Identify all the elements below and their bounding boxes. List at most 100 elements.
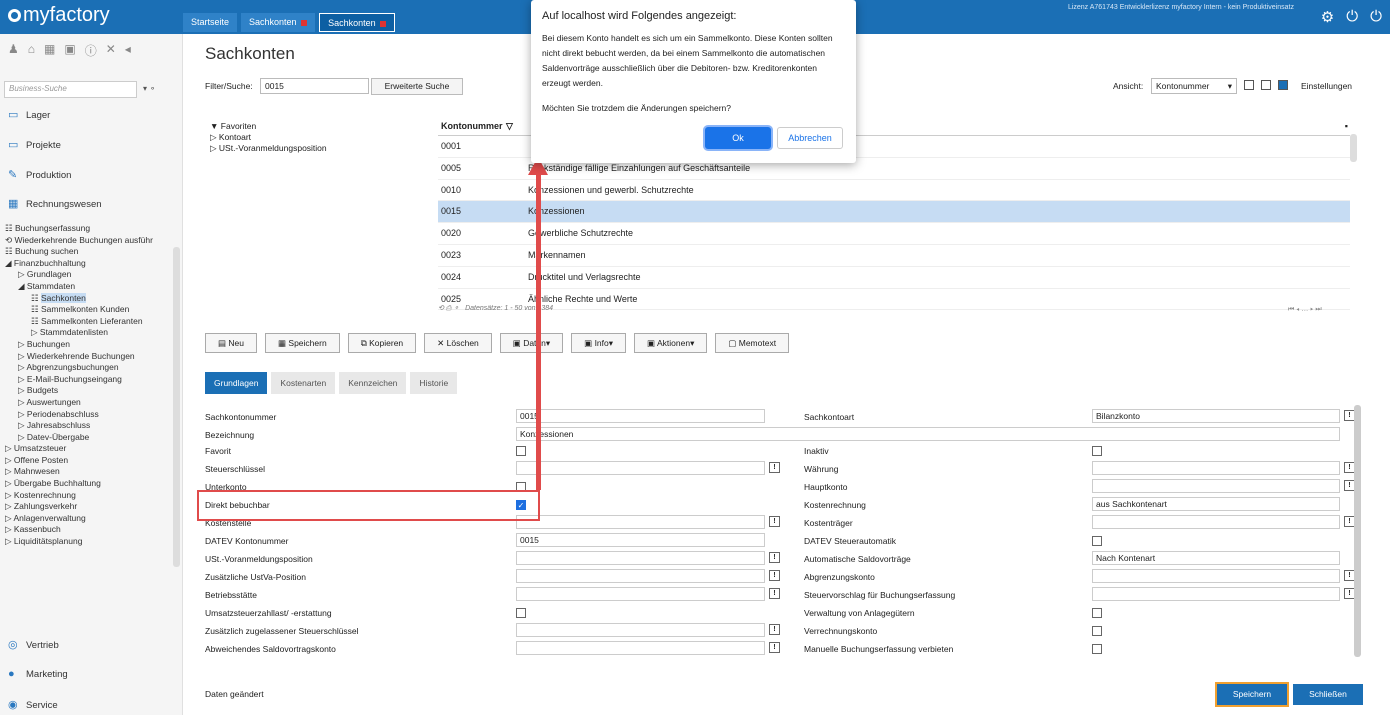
close-button[interactable]: Schließen [1293, 684, 1363, 705]
nav-tree-item[interactable]: ◢ Stammdaten [5, 281, 153, 293]
sidebar-item-service[interactable]: ◉ Service [8, 698, 58, 711]
betriebsstaette-select[interactable] [516, 587, 765, 601]
umsatzsteuerzahllast-checkbox[interactable] [516, 608, 526, 618]
ustva-info-icon[interactable]: ! [769, 552, 780, 563]
sidebar-item-marketing[interactable]: ● Marketing [8, 668, 68, 680]
saldovortraege-select[interactable]: Nach Kontenart [1092, 551, 1340, 565]
dialog-cancel-button[interactable]: Abbrechen [777, 127, 843, 149]
table-row[interactable]: 0023 Markennamen [438, 245, 1350, 267]
datev-kontonummer-input[interactable]: 0015 [516, 533, 765, 547]
zusaetzlicher-steuerschluessel-info-icon[interactable]: ! [769, 624, 780, 635]
steuerschluessel-info-icon[interactable]: ! [769, 462, 780, 473]
sidebar-item-projekte[interactable]: ▭ Projekte [8, 138, 61, 151]
sidebar-item-rechnungswesen[interactable]: ▦ Rechnungswesen [8, 197, 102, 210]
pager[interactable]: ⏮ ◂ … ▸ ⏭ [1288, 306, 1322, 314]
nav-tree-item[interactable]: ▷ Liquiditätsplanung [5, 536, 153, 548]
zusaetzliche-ustva-info-icon[interactable]: ! [769, 570, 780, 581]
pin-icon[interactable]: ✕ [106, 42, 116, 59]
nav-tree-item[interactable]: ▷ Grundlagen [5, 269, 153, 281]
view-list-icon[interactable] [1244, 80, 1254, 90]
nav-tree-item[interactable]: ▷ Buchungen [5, 339, 153, 351]
new-button[interactable]: ▤ Neu [205, 333, 257, 353]
info-icon[interactable]: ⓘ [85, 42, 97, 59]
nav-tree-item[interactable]: ◢ Finanzbuchhaltung [5, 258, 153, 270]
notification-icon[interactable]: ▣ [64, 42, 75, 59]
steuerschluessel-input[interactable] [516, 461, 765, 475]
close-icon[interactable] [301, 19, 308, 26]
datev-steuerautomatik-checkbox[interactable] [1092, 536, 1102, 546]
steuervorschlag-input[interactable] [1092, 587, 1340, 601]
anlageverwaltung-checkbox[interactable] [1092, 608, 1102, 618]
nav-tree-item[interactable]: ▷ Zahlungsverkehr [5, 501, 153, 513]
waehrung-select[interactable] [1092, 461, 1340, 475]
tab-sachkonten-1[interactable]: Sachkonten [241, 13, 316, 32]
table-row[interactable]: 0010 Konzessionen und gewerbl. Schutzrech… [438, 180, 1350, 202]
hauptkonto-input[interactable] [1092, 479, 1340, 493]
tab-historie[interactable]: Historie [410, 372, 458, 394]
info-menu-button[interactable]: ▣ Info▾ [571, 333, 627, 353]
tab-kennzeichen[interactable]: Kennzeichen [339, 372, 407, 394]
nav-tree-item[interactable]: ▷ Anlagenverwaltung [5, 513, 153, 525]
nav-tree-item[interactable]: ▷ Auswertungen [5, 397, 153, 409]
column-settings-icon[interactable]: ▪ [1345, 116, 1348, 136]
settings-link[interactable]: Einstellungen [1301, 81, 1352, 91]
bezeichnung-input[interactable]: Konzessionen [516, 427, 1340, 441]
close-icon[interactable] [380, 20, 387, 27]
nav-tree-item[interactable]: ▷ Budgets [5, 385, 153, 397]
extended-search-button[interactable]: Erweiterte Suche [371, 78, 463, 95]
form-scrollbar[interactable] [1354, 405, 1361, 657]
data-menu-button[interactable]: ▣ Daten▾ [499, 333, 564, 353]
nav-tree-item[interactable]: ▷ Umsatzsteuer [5, 443, 153, 455]
sidebar-item-produktion[interactable]: ✎ Produktion [8, 168, 71, 181]
calendar-icon[interactable]: ▦ [44, 42, 55, 59]
business-search-input[interactable]: Business-Suche [4, 81, 137, 98]
memotext-button[interactable]: ▢ Memotext [715, 333, 790, 353]
kostenstelle-input[interactable] [516, 515, 765, 529]
favorit-checkbox[interactable] [516, 446, 526, 456]
zusaetzliche-ustva-input[interactable] [516, 569, 765, 583]
saldovortragskonto-input[interactable] [516, 641, 765, 655]
tab-sachkonten-2[interactable]: Sachkonten [319, 13, 396, 32]
nav-tree-item[interactable]: ☷ Sachkonten [5, 292, 153, 305]
user-icon[interactable]: ♟ [8, 42, 19, 59]
table-row[interactable]: 0020 Gewerbliche Schutzrechte [438, 223, 1350, 245]
view-select[interactable]: Kontonummer ▾ [1151, 78, 1237, 94]
nav-tree-item[interactable]: ☷ Sammelkonten Kunden [5, 304, 153, 316]
nav-tree-item[interactable]: ▷ Stammdatenlisten [5, 327, 153, 339]
sachkontonummer-input[interactable]: 0015 [516, 409, 765, 423]
nav-tree-item[interactable]: ▷ Datev-Übergabe [5, 432, 153, 444]
nav-tree-item[interactable]: ▷ Kostenrechnung [5, 490, 153, 502]
actions-menu-button[interactable]: ▣ Aktionen▾ [634, 333, 708, 353]
search-options-icon[interactable]: ▾ ⚬ [143, 84, 156, 93]
nav-tree-item[interactable]: ▷ Mahnwesen [5, 466, 153, 478]
betriebsstaette-info-icon[interactable]: ! [769, 588, 780, 599]
tab-startseite[interactable]: Startseite [183, 13, 238, 32]
nav-tree-item[interactable]: ▷ Wiederkehrende Buchungen [5, 351, 153, 363]
abgrenzungskonto-input[interactable] [1092, 569, 1340, 583]
table-row[interactable]: 0015 Konzessionen [438, 201, 1350, 224]
logout-icon[interactable]: ⏻ [1370, 8, 1382, 26]
nav-tree-item[interactable]: ▷ Offene Posten [5, 455, 153, 467]
view-detail-icon[interactable] [1278, 80, 1288, 90]
view-split-icon[interactable] [1261, 80, 1271, 90]
filter-input[interactable]: 0015 [260, 78, 369, 94]
save-button[interactable]: Speichern [1217, 684, 1287, 705]
sidebar-item-vertrieb[interactable]: ◎ Vertrieb [8, 638, 59, 651]
nav-tree-item[interactable]: ▷ Periodenabschluss [5, 409, 153, 421]
gear-icon[interactable]: ⚙ [1321, 8, 1334, 26]
tab-grundlagen[interactable]: Grundlagen [205, 372, 268, 394]
ustva-position-input[interactable] [516, 551, 765, 565]
nav-tree-item[interactable]: ▷ Abgrenzungsbuchungen [5, 362, 153, 374]
table-scrollbar[interactable] [1350, 134, 1357, 162]
nav-tree-item[interactable]: ☷ Buchung suchen [5, 246, 153, 258]
verrechnungskonto-checkbox[interactable] [1092, 626, 1102, 636]
nav-tree-item[interactable]: ▷ Kassenbuch [5, 524, 153, 536]
table-row[interactable]: 0024 Drucktitel und Verlagsrechte [438, 267, 1350, 289]
nav-tree-item[interactable]: ▷ E-Mail-Buchungseingang [5, 374, 153, 386]
home-icon[interactable]: ⌂ [28, 42, 35, 59]
table-row[interactable]: 0025 Ähnliche Rechte und Werte [438, 289, 1350, 311]
sachkontoart-input[interactable]: Bilanzkonto [1092, 409, 1340, 423]
saldovortragskonto-info-icon[interactable]: ! [769, 642, 780, 653]
kostenrechnung-select[interactable]: aus Sachkontenart [1092, 497, 1340, 511]
kostenstelle-info-icon[interactable]: ! [769, 516, 780, 527]
